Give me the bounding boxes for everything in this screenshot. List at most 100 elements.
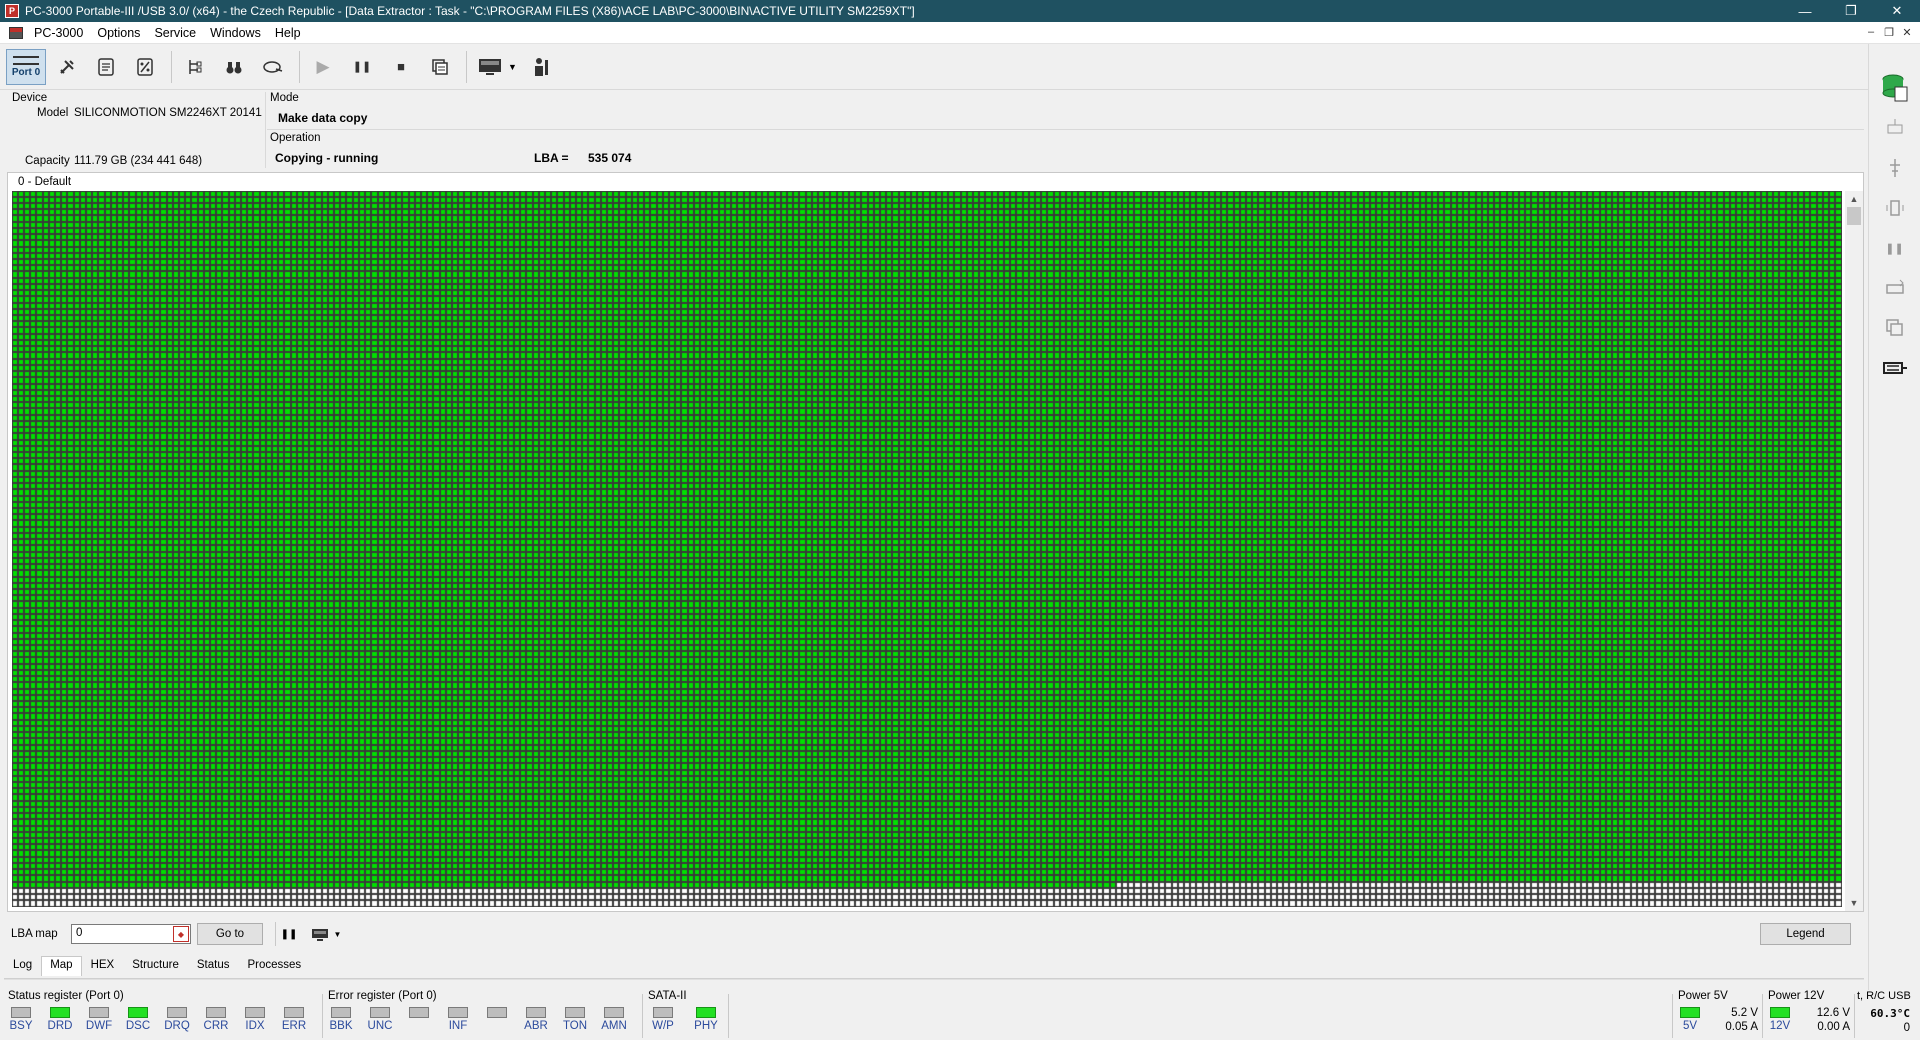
map-view-button[interactable]: ▼ <box>305 923 347 945</box>
tree-icon[interactable] <box>177 49 213 85</box>
reset-icon[interactable] <box>1879 110 1911 146</box>
copy-icon[interactable] <box>422 49 458 85</box>
error-register-led-label: INF <box>448 1020 468 1032</box>
minimize-button[interactable]: — <box>1782 0 1828 22</box>
status-register-led <box>128 1007 148 1018</box>
mode-label: Mode <box>270 92 299 104</box>
tab-map[interactable]: Map <box>41 956 82 976</box>
pause-icon[interactable]: ❚❚ <box>344 49 380 85</box>
error-register-led <box>604 1007 624 1018</box>
close-button[interactable]: ✕ <box>1874 0 1920 22</box>
right-toolbar: ❚❚ <box>1868 44 1920 996</box>
power-12v-voltage: 12.6 V <box>1816 1007 1850 1019</box>
tab-processes[interactable]: Processes <box>239 956 311 976</box>
status-register-led-label: DWF <box>85 1020 113 1032</box>
scroll-thumb[interactable] <box>1847 207 1861 225</box>
stop-icon[interactable]: ■ <box>383 49 419 85</box>
goto-button[interactable]: Go to <box>197 923 263 945</box>
sata-led <box>653 1007 673 1018</box>
usb-value: 0 <box>1903 1022 1910 1034</box>
bottom-tabs: Log Map HEX Structure Status Processes <box>4 956 310 976</box>
status-register-led-label: DRD <box>47 1020 73 1032</box>
app-icon: P <box>5 4 19 18</box>
power-5v-led-label: 5V <box>1682 1020 1698 1032</box>
binoculars-icon[interactable] <box>216 49 252 85</box>
mdi-restore-button[interactable]: ❐ <box>1882 26 1896 39</box>
mdi-close-button[interactable]: ✕ <box>1900 26 1914 39</box>
error-register-led-label: AMN <box>601 1020 627 1032</box>
menu-pc3000[interactable]: PC-3000 <box>27 26 90 40</box>
error-register-led-label: BBK <box>329 1020 353 1032</box>
tab-structure[interactable]: Structure <box>123 956 188 976</box>
capacity-value: 111.79 GB (234 441 648) <box>74 155 203 167</box>
model-value: SILICONMOTION SM2246XT 2014112 <box>74 107 262 119</box>
tab-status[interactable]: Status <box>188 956 239 976</box>
lba-map-grid[interactable] <box>12 191 1842 907</box>
panel-divider <box>267 129 1864 130</box>
model-label: Model <box>37 107 69 119</box>
lba-value: 535 074 <box>588 151 632 165</box>
power-5v-led <box>1680 1007 1700 1018</box>
power-12v-led-label: 12V <box>1769 1020 1791 1032</box>
chip-icon[interactable] <box>1879 270 1911 306</box>
status-register-led <box>50 1007 70 1018</box>
monitor-icon[interactable] <box>472 49 508 85</box>
map-pause-button[interactable]: ❚❚ <box>278 923 300 945</box>
error-register-led <box>331 1007 351 1018</box>
panel-divider <box>265 92 266 168</box>
disk-icon[interactable] <box>255 49 291 85</box>
legend-button[interactable]: Legend <box>1760 923 1851 945</box>
app-menu-icon[interactable] <box>9 26 23 39</box>
port-label: Port 0 <box>11 66 41 78</box>
device-panel: Device Model SILICONMOTION SM2246XT 2014… <box>0 90 1864 170</box>
status-register-led-label: IDX <box>245 1020 265 1032</box>
copy-side-icon[interactable] <box>1879 310 1911 346</box>
connector-icon[interactable] <box>1879 350 1911 386</box>
pause-side-icon[interactable]: ❚❚ <box>1879 230 1911 266</box>
scroll-up-icon[interactable]: ▲ <box>1845 191 1863 207</box>
menu-bar: PC-3000 Options Service Windows Help – ❐… <box>0 22 1920 44</box>
scroll-down-icon[interactable]: ▼ <box>1845 895 1863 911</box>
tab-hex[interactable]: HEX <box>82 956 124 976</box>
probe-icon[interactable] <box>1879 150 1911 186</box>
document-icon[interactable] <box>88 49 124 85</box>
speaker-icon[interactable] <box>1879 190 1911 226</box>
port-0-button[interactable]: Port 0 <box>6 48 46 85</box>
map-scrollbar[interactable]: ▲ ▼ <box>1845 191 1863 911</box>
power-5v-voltage: 5.2 V <box>1731 1007 1758 1019</box>
usb-title: t, R/C USB <box>1857 990 1911 1002</box>
lba-map-panel: 0 - Default ▲ ▼ <box>7 172 1864 912</box>
database-icon[interactable] <box>1879 70 1911 106</box>
mdi-minimize-button[interactable]: – <box>1864 26 1878 39</box>
maximize-button[interactable]: ❐ <box>1828 0 1874 22</box>
menu-service[interactable]: Service <box>147 26 203 40</box>
error-register-led <box>409 1007 429 1018</box>
lba-spin-icon[interactable]: ◆ <box>173 926 189 942</box>
status-register-led-label: BSY <box>9 1020 33 1032</box>
error-register-led <box>448 1007 468 1018</box>
tools-icon[interactable] <box>49 49 85 85</box>
status-separator <box>728 994 729 1038</box>
monitor-dropdown-icon[interactable]: ▼ <box>508 62 517 72</box>
play-icon[interactable]: ▶ <box>305 49 341 85</box>
window-title: PC-3000 Portable-III /USB 3.0/ (x64) - t… <box>25 4 915 18</box>
tab-log[interactable]: Log <box>4 956 41 976</box>
lba-input[interactable]: 0 ◆ <box>71 924 191 944</box>
sata-led-label: W/P <box>652 1020 674 1032</box>
status-register-led-label: DRQ <box>164 1020 190 1032</box>
toolbar: Port 0 ▶ ❚❚ ■ ▼ <box>0 44 1868 90</box>
sata-led-label: PHY <box>694 1020 718 1032</box>
status-bar: Status register (Port 0) BSY DRD DWF DSC DRQ… <box>0 990 1920 1040</box>
menu-help[interactable]: Help <box>268 26 308 40</box>
status-register-led-label: ERR <box>281 1020 307 1032</box>
toolbar-separator <box>466 50 467 83</box>
person-icon[interactable] <box>523 49 559 85</box>
percent-icon[interactable] <box>127 49 163 85</box>
error-register-led <box>565 1007 585 1018</box>
map-title: 0 - Default <box>18 176 72 188</box>
menu-windows[interactable]: Windows <box>203 26 268 40</box>
monitor-icon <box>311 928 328 941</box>
temperature-value: 60.3°C <box>1870 1007 1910 1020</box>
menu-options[interactable]: Options <box>90 26 147 40</box>
lba-input-value: 0 <box>76 927 83 939</box>
